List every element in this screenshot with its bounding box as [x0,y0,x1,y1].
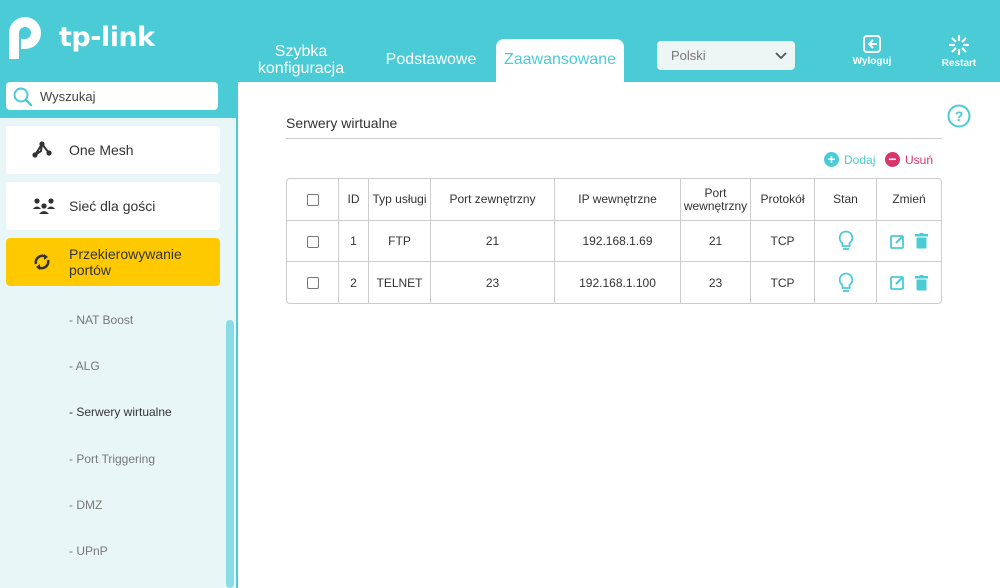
virtual-servers-table: ID Typ usługi Port zewnętrzny IP wewnętr… [286,178,942,304]
one-mesh-icon [32,141,52,158]
add-button[interactable]: + Dodaj [824,152,875,167]
lightbulb-icon[interactable] [838,230,854,252]
sidebar-item-one-mesh[interactable]: One Mesh [6,126,220,174]
cell-protocol: TCP [751,262,815,303]
row-checkbox[interactable] [306,277,319,290]
page-title: Serwery wirtualne [286,115,398,131]
logout-icon [863,35,881,53]
language-select[interactable]: Polski [657,41,795,70]
column-header: Stan [815,179,877,221]
row-select-cell [287,262,339,303]
sidebar-subitem-nat-boost[interactable]: - NAT Boost [69,313,133,327]
sidebar-subitem-virtual-servers[interactable]: - Serwery wirtualne [69,405,172,419]
search-icon [13,87,33,107]
sidebar-item-guest-network[interactable]: Sieć dla gości [6,182,220,230]
select-all-checkbox[interactable] [306,193,319,206]
column-header: Port wewnętrzny [681,179,751,221]
minus-icon: − [885,152,900,167]
column-header: Protokół [751,179,815,221]
cell-id: 1 [339,221,369,262]
lightbulb-icon[interactable] [838,272,854,294]
cell-external-port: 21 [431,221,555,262]
sidebar-item-label: Przekierowywanie portów [69,246,182,278]
table-header-row: ID Typ usługi Port zewnętrzny IP wewnętr… [287,179,941,221]
logout-label: Wyloguj [852,56,892,67]
restart-icon [948,34,970,56]
select-all-cell [287,179,339,221]
trash-icon[interactable] [914,274,928,291]
cell-internal-ip: 192.168.1.69 [555,221,681,262]
svg-text:?: ? [955,108,964,124]
logout-button[interactable]: Wyloguj [845,34,899,67]
column-header: Zmień [877,179,941,221]
trash-icon[interactable] [914,233,928,249]
cell-service: TELNET [369,262,431,303]
sidebar-scrollbar[interactable] [226,320,234,588]
delete-button[interactable]: − Usuń [885,152,933,167]
cell-service: FTP [369,221,431,262]
sidebar-item-label: Sieć dla gości [69,198,156,214]
tp-link-logo-icon [9,17,41,59]
search-box [6,82,218,110]
title-divider [286,138,942,139]
sidebar-item-port-forwarding[interactable]: Przekierowywanie portów [6,238,220,286]
brand-name: tp-link [59,21,155,53]
cell-modify [877,262,941,303]
add-label: Dodaj [844,152,876,167]
row-checkbox[interactable] [306,235,319,248]
table-row: 1 FTP 21 192.168.1.69 21 TCP [287,221,941,262]
cell-id: 2 [339,262,369,303]
tab-advanced[interactable]: Zaawansowane [496,39,624,83]
edit-icon[interactable] [890,234,905,249]
cell-status [815,262,877,303]
delete-label: Usuń [905,152,934,167]
sidebar-item-label: One Mesh [69,142,134,158]
tab-quick-setup[interactable]: Szybka konfiguracja [252,43,350,83]
search-input[interactable] [40,86,210,106]
cell-modify [877,221,941,262]
language-value: Polski [671,48,706,63]
sidebar-subitem-port-triggering[interactable]: - Port Triggering [69,452,155,466]
cell-status [815,221,877,262]
column-header: IP wewnętrzne [555,179,681,221]
sidebar-subitem-upnp[interactable]: - UPnP [69,544,108,558]
cell-internal-port: 23 [681,262,751,303]
row-select-cell [287,221,339,262]
chevron-down-icon [775,41,787,81]
help-icon[interactable]: ? [947,104,971,128]
tab-quick-setup-line2: konfiguracja [257,60,345,77]
restart-label: Restart [941,58,977,69]
restart-button[interactable]: Restart [932,34,986,69]
table-row: 2 TELNET 23 192.168.1.100 23 TCP [287,262,941,303]
column-header: ID [339,179,369,221]
tp-link-logo: tp-link [5,13,155,61]
sidebar-subitem-alg[interactable]: - ALG [69,359,100,373]
column-header: Port zewnętrzny [431,179,555,221]
tab-quick-setup-line1: Szybka [274,43,328,60]
cell-internal-ip: 192.168.1.100 [555,262,681,303]
guests-icon [33,198,55,214]
plus-icon: + [824,152,839,167]
column-header: Typ usługi [369,179,431,221]
port-forwarding-icon [34,254,50,270]
edit-icon[interactable] [890,275,905,290]
cell-external-port: 23 [431,262,555,303]
sidebar-subitem-dmz[interactable]: - DMZ [69,498,102,512]
cell-protocol: TCP [751,221,815,262]
cell-internal-port: 21 [681,221,751,262]
